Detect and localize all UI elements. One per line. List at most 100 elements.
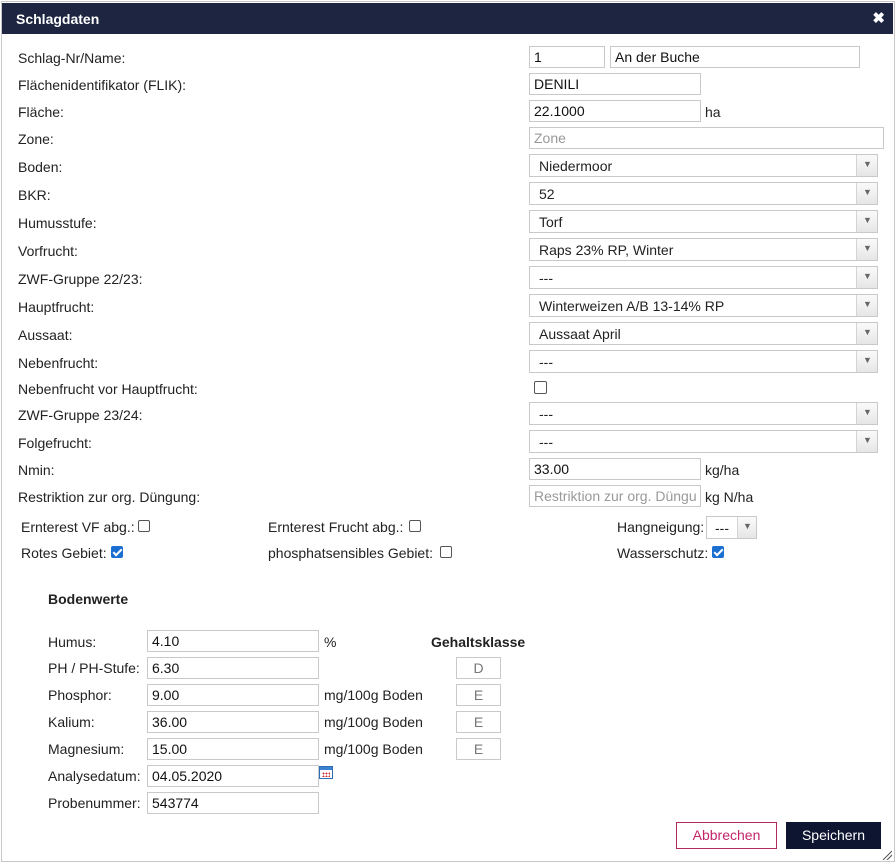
magnesium-klasse: E [456,738,501,760]
ernterest-frucht-checkbox[interactable] [409,520,421,532]
ernterest-vf-label: Ernterest VF abg.: [21,519,135,535]
rotes-gebiet-label: Rotes Gebiet: [21,545,107,561]
kalium-input[interactable] [147,711,319,733]
humusstufe-label: Humusstufe: [18,215,97,231]
hauptfrucht-select[interactable]: Winterweizen A/B 13-14% RP ▼ [529,294,878,317]
zwf1-value: --- [539,270,553,286]
zwf1-select[interactable]: --- ▼ [529,266,878,289]
aussaat-label: Aussaat: [18,327,73,343]
boden-label: Boden: [18,159,63,175]
chevron-down-icon: ▼ [856,239,877,260]
folgefrucht-label: Folgefrucht: [18,435,92,451]
magnesium-label: Magnesium: [48,741,125,757]
schlag-name-input[interactable] [610,46,860,68]
chevron-down-icon: ▼ [856,431,877,452]
bkr-select[interactable]: 52 ▼ [529,182,878,205]
aussaat-value: Aussaat April [539,326,621,342]
vorfrucht-select[interactable]: Raps 23% RP, Winter ▼ [529,238,878,261]
magnesium-input[interactable] [147,738,319,760]
rotes-gebiet-checkbox[interactable] [111,546,123,558]
restriktion-unit: kg N/ha [705,489,754,505]
chevron-down-icon: ▼ [856,351,877,372]
hauptfrucht-value: Winterweizen A/B 13-14% RP [539,298,725,314]
ph-input[interactable] [147,657,319,679]
flik-input[interactable] [529,73,701,95]
nmin-label: Nmin: [18,462,55,478]
hangneigung-label: Hangneigung: [617,519,705,535]
humus-unit: % [324,634,337,650]
boden-value: Niedermoor [539,158,613,174]
flaeche-unit: ha [705,104,721,120]
save-button[interactable]: Speichern [786,822,881,849]
flaeche-label: Fläche: [18,104,64,120]
zwf2-select[interactable]: --- ▼ [529,402,878,425]
chevron-down-icon: ▼ [856,211,877,232]
phosphor-unit: mg/100g Boden [324,687,423,703]
phosphor-klasse: E [456,684,501,706]
nebenfrucht-value: --- [539,354,553,370]
aussaat-select[interactable]: Aussaat April ▼ [529,322,878,345]
flaeche-input[interactable] [529,100,701,122]
bodenwerte-heading: Bodenwerte [48,591,129,607]
dialog-title: Schlagdaten [16,11,100,27]
vorfrucht-value: Raps 23% RP, Winter [539,242,674,258]
analysedatum-input[interactable] [147,765,319,787]
bkr-value: 52 [539,186,555,202]
folgefrucht-select[interactable]: --- ▼ [529,430,878,453]
restriktion-input[interactable] [529,485,701,507]
phosphat-label: phosphatsensibles Gebiet: [268,545,433,561]
zwf2-value: --- [539,406,553,422]
restriktion-label: Restriktion zur org. Düngung: [18,489,201,505]
wasserschutz-label: Wasserschutz: [617,545,709,561]
nebenfrucht-vor-label: Nebenfrucht vor Hauptfrucht: [18,381,198,397]
humusstufe-select[interactable]: Torf ▼ [529,210,878,233]
chevron-down-icon: ▼ [856,323,877,344]
chevron-down-icon: ▼ [737,517,756,538]
calendar-icon[interactable] [319,766,333,779]
zone-label: Zone: [18,131,54,147]
gehaltsklasse-heading: Gehaltsklasse [431,634,526,650]
nebenfrucht-label: Nebenfrucht: [18,355,99,371]
analysedatum-label: Analysedatum: [48,768,141,784]
humus-input[interactable] [147,630,319,652]
bkr-label: BKR: [18,187,51,203]
hangneigung-select[interactable]: --- ▼ [706,516,757,539]
chevron-down-icon: ▼ [856,155,877,176]
schlag-label: Schlag-Nr/Name: [18,50,126,66]
vorfrucht-label: Vorfrucht: [18,243,78,259]
kalium-klasse: E [456,711,501,733]
nmin-unit: kg/ha [705,462,740,478]
resize-handle-icon[interactable] [882,850,892,860]
humusstufe-value: Torf [539,214,563,230]
zwf1-label: ZWF-Gruppe 22/23: [18,271,143,287]
schlag-nr-input[interactable] [529,46,605,68]
phosphor-input[interactable] [147,684,319,706]
dialog-titlebar: Schlagdaten ✖ [2,3,893,34]
ernterest-vf-checkbox[interactable] [138,520,150,532]
close-icon[interactable]: ✖ [872,9,885,27]
zwf2-label: ZWF-Gruppe 23/24: [18,407,143,423]
nebenfrucht-vor-checkbox[interactable] [534,381,547,394]
hauptfrucht-label: Hauptfrucht: [18,299,95,315]
flik-label: Flächenidentifikator (FLIK): [18,77,187,93]
kalium-unit: mg/100g Boden [324,714,423,730]
boden-select[interactable]: Niedermoor ▼ [529,154,878,177]
phosphat-checkbox[interactable] [440,546,452,558]
wasserschutz-checkbox[interactable] [712,546,724,558]
nebenfrucht-select[interactable]: --- ▼ [529,350,878,373]
cancel-button[interactable]: Abbrechen [676,822,777,849]
probennummer-input[interactable] [147,792,319,814]
ph-klasse: D [456,657,501,679]
hangneigung-value: --- [715,520,729,536]
magnesium-unit: mg/100g Boden [324,741,423,757]
chevron-down-icon: ▼ [856,295,877,316]
nmin-input[interactable] [529,458,701,480]
kalium-label: Kalium: [48,714,95,730]
chevron-down-icon: ▼ [856,267,877,288]
probennummer-label: Probenummer: [48,795,141,811]
zone-input[interactable] [529,127,884,149]
ernterest-frucht-label: Ernterest Frucht abg.: [268,519,404,535]
chevron-down-icon: ▼ [856,183,877,204]
ph-label: PH / PH-Stufe: [48,660,140,676]
folgefrucht-value: --- [539,434,553,450]
